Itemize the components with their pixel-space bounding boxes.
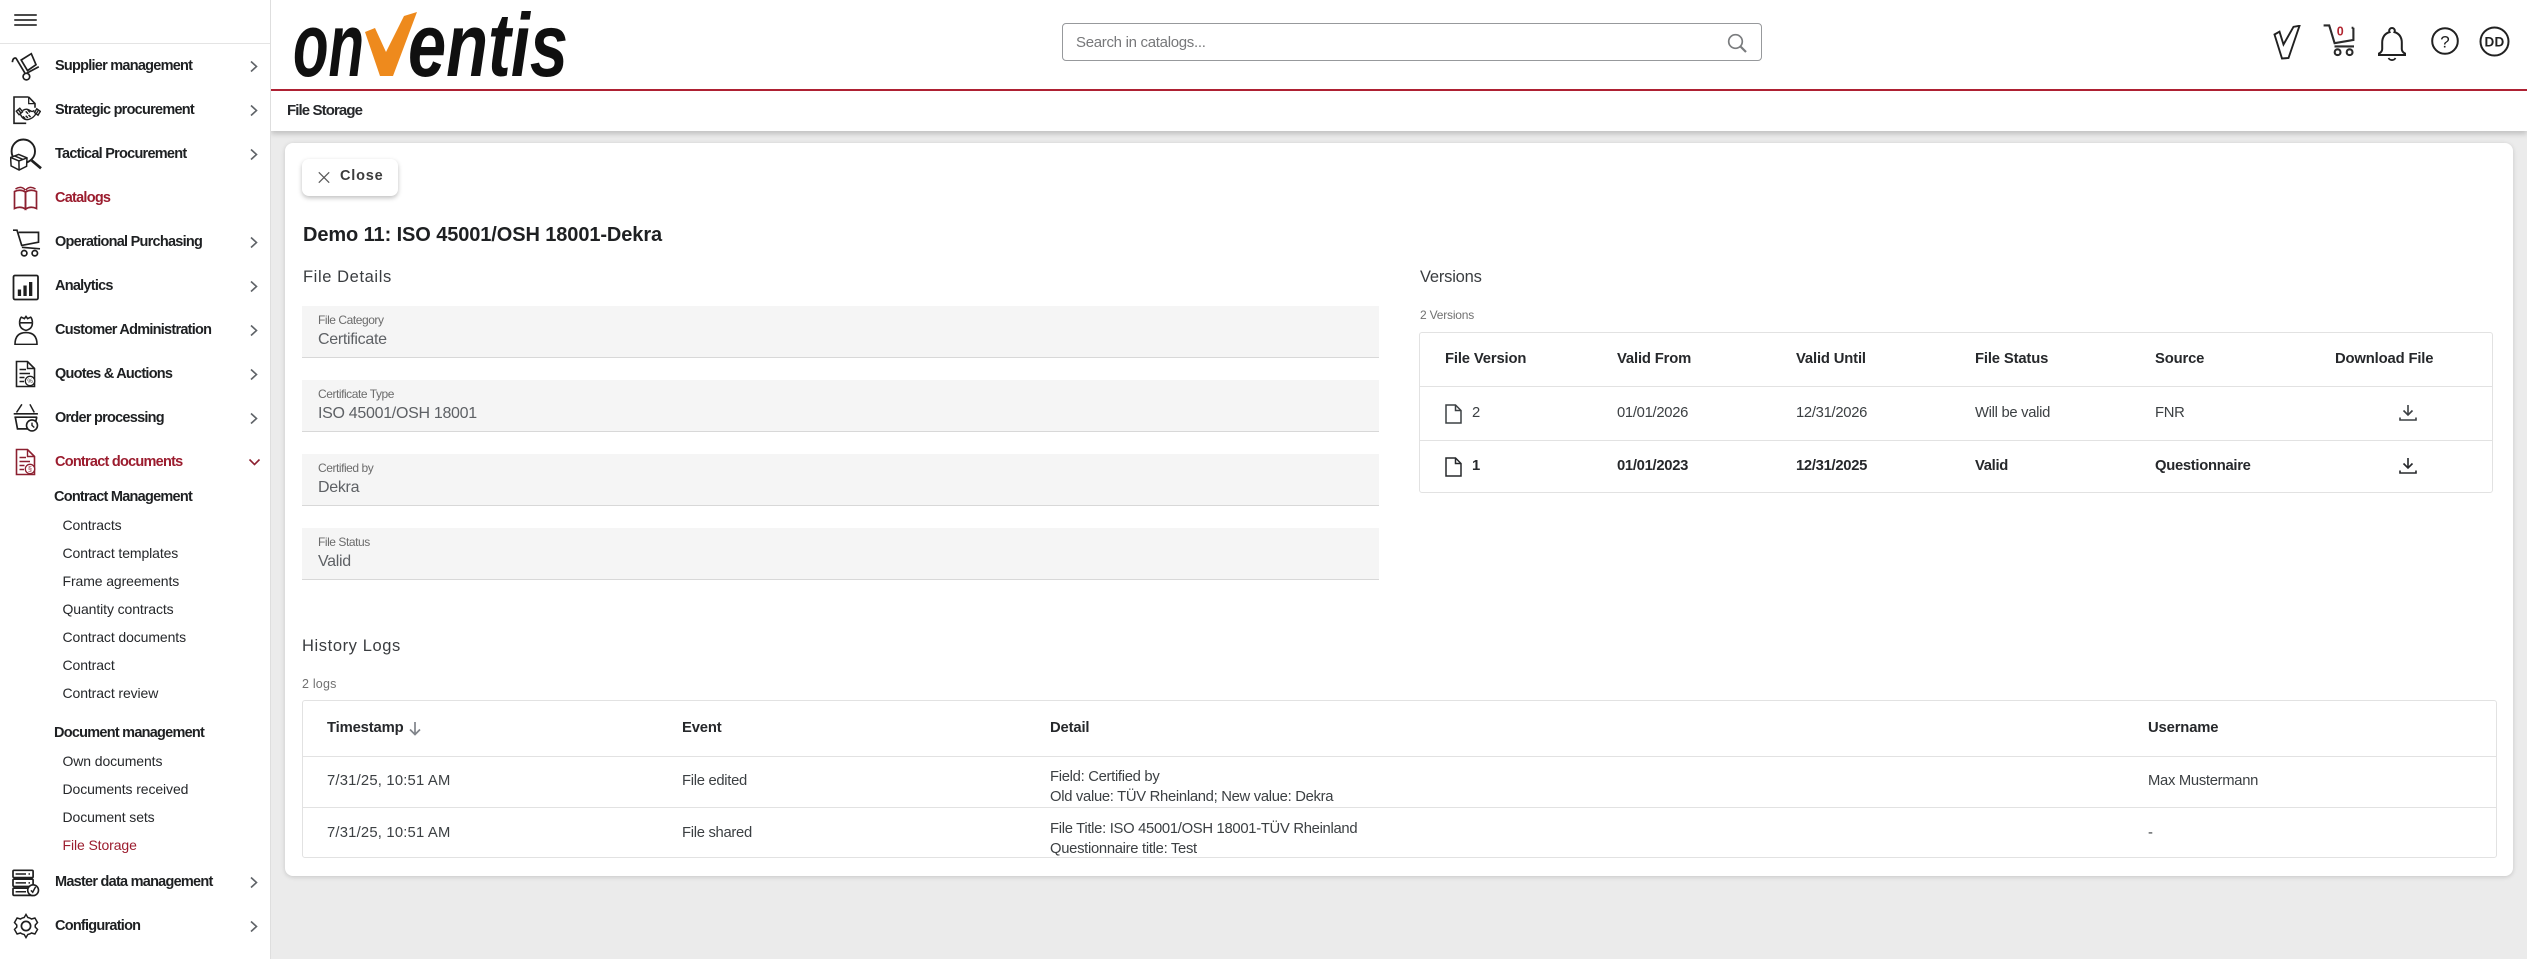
svg-text:?: ? xyxy=(2440,33,2449,52)
svg-text:%: % xyxy=(27,379,33,385)
svg-text:DD: DD xyxy=(2484,35,2504,50)
svg-text:§: § xyxy=(28,467,32,474)
svg-text:0: 0 xyxy=(2337,25,2344,39)
svg-text:on: on xyxy=(293,11,364,89)
svg-text:entis: entis xyxy=(408,11,568,89)
